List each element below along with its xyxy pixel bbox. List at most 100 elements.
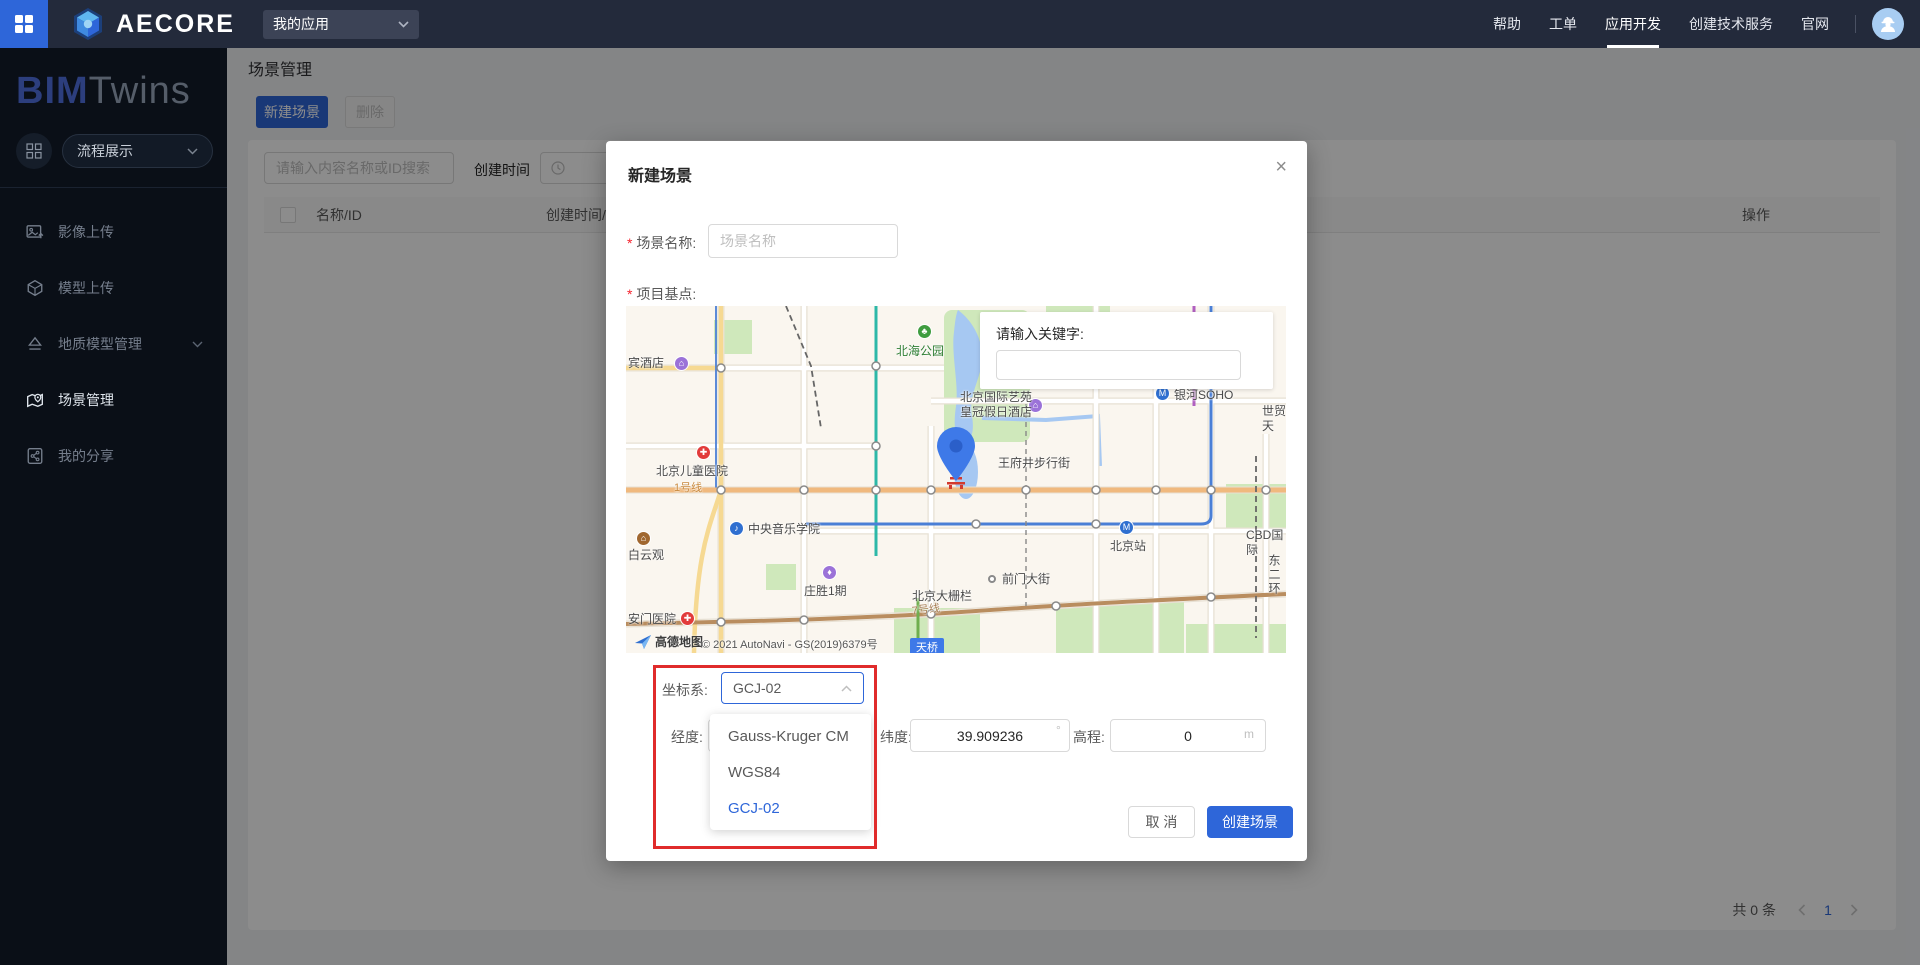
image-upload-icon: [26, 223, 44, 241]
menu-app-dev[interactable]: 应用开发: [1605, 0, 1661, 48]
longitude-label: 经度:: [671, 727, 703, 747]
coord-option-gcj02[interactable]: GCJ-02: [710, 790, 871, 826]
map-label-tag: 天桥: [910, 638, 944, 653]
app-select-value: 我的应用: [273, 14, 398, 34]
map-label: 北京站: [1110, 539, 1146, 554]
grid-icon: [26, 143, 42, 159]
map-label: 白云观: [628, 548, 664, 563]
cancel-button[interactable]: 取 消: [1128, 806, 1195, 838]
scene-name-label: 场景名称:: [627, 233, 696, 253]
altitude-input[interactable]: [1110, 719, 1266, 752]
menu-help[interactable]: 帮助: [1493, 0, 1521, 48]
logo-twins: Twins: [89, 70, 191, 112]
coord-system-value: GCJ-02: [733, 680, 841, 696]
keyword-input[interactable]: [996, 350, 1241, 380]
brand-logo: AECORE: [70, 6, 235, 42]
bimtwins-logo: BIMTwins: [0, 48, 227, 113]
model-upload-icon: [26, 279, 44, 297]
map-label: 王府井步行街: [998, 456, 1070, 471]
menu-official-site[interactable]: 官网: [1801, 0, 1829, 48]
amap-logo: 高德地图: [634, 633, 703, 650]
coord-option-wgs84[interactable]: WGS84: [710, 754, 871, 790]
chevron-down-icon: [187, 148, 198, 155]
scene-map-pin-icon: [26, 391, 44, 409]
chevron-down-icon: [398, 21, 409, 28]
music-school-poi-icon: ♪: [729, 521, 744, 536]
altitude-label: 高程:: [1073, 727, 1105, 747]
menu-workorder[interactable]: 工单: [1549, 0, 1577, 48]
left-sidebar: BIMTwins 流程展示: [0, 48, 227, 965]
aecore-logo-icon: [70, 6, 106, 42]
top-navigation-bar: AECORE 我的应用 帮助 工单 应用开发 创建技术服务 官网: [0, 0, 1920, 48]
map-label: 北京大栅栏: [912, 589, 972, 604]
map-label: 中央音乐学院: [748, 522, 820, 537]
base-point-label: 项目基点:: [627, 284, 696, 304]
hospital-poi-icon: ✚: [696, 445, 711, 460]
coord-system-select[interactable]: GCJ-02: [721, 672, 864, 704]
chevron-down-icon: [192, 341, 203, 348]
chevron-up-icon: [841, 685, 852, 692]
coord-system-dropdown: Gauss-Kruger CM WGS84 GCJ-02: [710, 714, 871, 830]
user-avatar[interactable]: [1872, 8, 1904, 40]
map-label: 前门大街: [1002, 572, 1050, 587]
sidebar-item-label: 影像上传: [58, 222, 227, 242]
app-select-dropdown[interactable]: 我的应用: [263, 10, 419, 39]
sidebar-item-my-shares[interactable]: 我的分享: [0, 428, 227, 484]
share-icon: [26, 447, 44, 465]
coord-system-label: 坐标系:: [662, 680, 708, 700]
close-icon[interactable]: ×: [1275, 157, 1287, 177]
coord-option-gauss-kruger[interactable]: Gauss-Kruger CM: [710, 718, 871, 754]
scene-name-input[interactable]: [708, 224, 898, 258]
temple-poi-icon: ⌂: [636, 531, 651, 546]
degree-unit: °: [1056, 723, 1061, 737]
map-label: 银河SOHO: [1174, 388, 1233, 403]
modal-title: 新建场景: [628, 162, 692, 186]
shop-poi-icon: ♦: [822, 565, 837, 580]
map-label: 北海公园: [896, 344, 944, 359]
map-label: 宾酒店: [628, 356, 664, 371]
menu-divider: [1855, 15, 1856, 33]
hotel-poi-icon: ⌂: [674, 356, 689, 371]
sidebar-item-label: 我的分享: [58, 446, 227, 466]
map-label: 东二环: [1266, 554, 1281, 596]
engineer-avatar-icon: [1878, 14, 1898, 34]
hospital-poi-icon: ✚: [680, 611, 695, 626]
mode-select-value: 流程展示: [77, 141, 187, 161]
sidebar-item-scene-management[interactable]: 场景管理: [0, 372, 227, 428]
map-label: 庄胜1期: [804, 584, 847, 599]
amap-logo-icon: [634, 634, 652, 650]
layout-grid-button[interactable]: [16, 133, 52, 169]
amap-logo-text: 高德地图: [655, 633, 703, 650]
brand-name: AECORE: [116, 10, 235, 39]
keyword-search-panel: 请输入关键字:: [980, 312, 1273, 389]
park-poi-icon: ♣: [917, 324, 932, 339]
sidebar-item-model-upload[interactable]: 模型上传: [0, 260, 227, 316]
mode-select-dropdown[interactable]: 流程展示: [62, 134, 213, 168]
sidebar-item-image-upload[interactable]: 影像上传: [0, 204, 227, 260]
logo-bim: BIM: [16, 70, 89, 112]
app-launcher-button[interactable]: [0, 0, 48, 48]
application-window: AECORE 我的应用 帮助 工单 应用开发 创建技术服务 官网: [0, 0, 1920, 965]
latitude-input[interactable]: [910, 719, 1070, 752]
latitude-label: 纬度:: [880, 727, 912, 747]
sidebar-item-geology-model[interactable]: 地质模型管理: [0, 316, 227, 372]
new-scene-modal: 新建场景 × 场景名称: 项目基点:: [606, 141, 1307, 861]
top-menu: 帮助 工单 应用开发 创建技术服务 官网: [1479, 0, 1920, 48]
map-label: 7号线: [911, 603, 940, 620]
meter-unit: m: [1244, 727, 1254, 741]
app-grid-icon: [14, 14, 34, 34]
map-label: 世贸天: [1262, 404, 1286, 434]
map-label: 安门医院: [628, 612, 676, 627]
map-label: 北京国际艺苑 皇冠假日酒店: [960, 390, 1032, 420]
menu-create-tech-service[interactable]: 创建技术服务: [1689, 0, 1773, 48]
sidebar-item-label: 模型上传: [58, 278, 227, 298]
map-label: 1号线: [674, 482, 702, 496]
geology-layers-icon: [26, 335, 44, 353]
map-attribution: © 2021 AutoNavi - GS(2019)6379号: [702, 639, 878, 653]
sidebar-divider: [0, 187, 227, 188]
station-dot-icon: [988, 575, 996, 583]
map-label: 北京儿童医院: [656, 464, 728, 479]
sidebar-item-label: 地质模型管理: [58, 334, 192, 354]
create-scene-button[interactable]: 创建场景: [1207, 806, 1293, 838]
sidebar-item-label: 场景管理: [58, 390, 227, 410]
